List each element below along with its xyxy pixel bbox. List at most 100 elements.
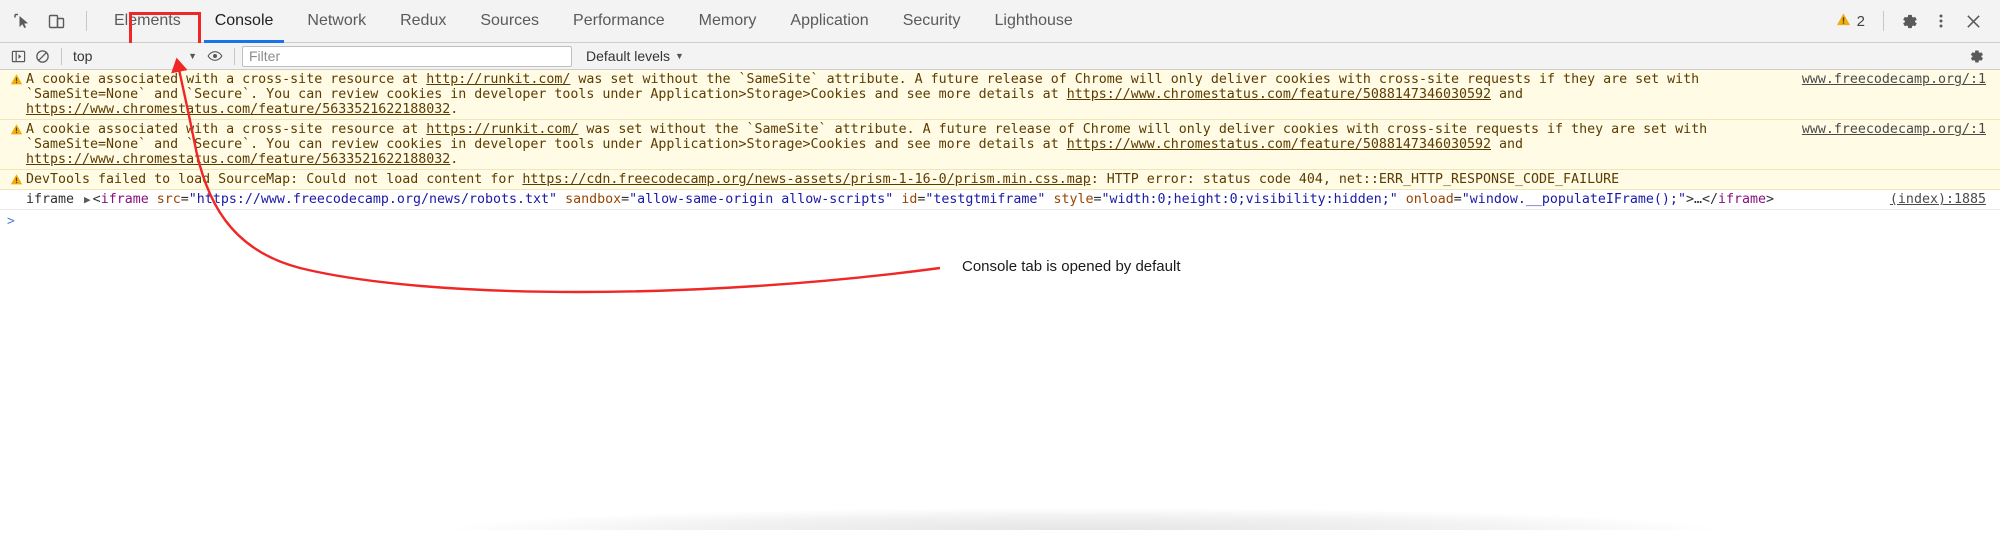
log-levels-label: Default levels [586, 48, 671, 64]
clear-console-icon[interactable] [30, 44, 54, 68]
device-toolbar-icon[interactable] [42, 7, 70, 35]
console-message-source-link[interactable]: www.freecodecamp.org/:1 [1802, 122, 2000, 137]
panel-tabs: Elements Console Network Redux Sources P… [97, 0, 1090, 43]
console-warning-message[interactable]: A cookie associated with a cross-site re… [0, 120, 2000, 170]
console-warning-message[interactable]: A cookie associated with a cross-site re… [0, 70, 2000, 120]
execution-context-selector[interactable]: top ▼ [69, 46, 203, 67]
console-message-text: A cookie associated with a cross-site re… [26, 72, 1802, 117]
markup-token-tag: iframe [1718, 192, 1767, 207]
tab-elements[interactable]: Elements [97, 0, 198, 43]
markup-token-punc: > [1766, 192, 1775, 207]
console-text-fragment: and [1491, 137, 1524, 152]
markup-token-ellip: … [1693, 192, 1702, 207]
console-inline-link[interactable]: https://www.chromestatus.com/feature/508… [1067, 87, 1491, 102]
toolbar-divider [86, 11, 87, 31]
markup-token-attr: sandbox [565, 192, 622, 207]
devtools-panel: Elements Console Network Redux Sources P… [0, 0, 2000, 232]
markup-token-attr: style [1053, 192, 1094, 207]
page-bottom-shadow [452, 508, 1712, 530]
tab-label: Elements [114, 12, 181, 29]
console-message-text: DevTools failed to load SourceMap: Could… [26, 172, 1986, 187]
console-warning-message[interactable]: DevTools failed to load SourceMap: Could… [0, 170, 2000, 190]
tab-memory[interactable]: Memory [682, 0, 774, 43]
tab-label: Security [902, 12, 961, 29]
console-settings-gear-icon[interactable] [1964, 44, 1988, 68]
page-viewport-below-devtools [0, 300, 2000, 530]
tab-label: Memory [698, 12, 757, 29]
markup-token-punc: = [180, 192, 189, 207]
markup-token-attr: id [901, 192, 918, 207]
tab-label: Sources [480, 12, 540, 29]
chevron-down-icon: ▼ [188, 51, 197, 61]
tab-redux[interactable]: Redux [383, 0, 463, 43]
more-options-kebab-icon[interactable] [1926, 6, 1956, 36]
annotation-caption: Console tab is opened by default [962, 258, 1181, 275]
log-gutter [0, 192, 26, 193]
console-inline-link[interactable]: https://www.chromestatus.com/feature/563… [26, 152, 450, 167]
console-filter-toolbar: top ▼ Default levels ▼ [0, 43, 2000, 70]
warning-triangle-icon [0, 122, 26, 136]
markup-token-val: "https://www.freecodecamp.org/news/robot… [188, 192, 558, 207]
console-prompt-row[interactable]: > [0, 210, 2000, 232]
prompt-caret-icon: > [7, 213, 15, 229]
expand-triangle-icon[interactable]: ▶ [84, 192, 91, 207]
tab-security[interactable]: Security [886, 0, 978, 43]
warning-count-value: 2 [1856, 12, 1865, 30]
console-text-fragment: : HTTP error: status code 404, net::ERR_… [1090, 172, 1620, 187]
log-levels-selector[interactable]: Default levels ▼ [586, 48, 684, 64]
live-expression-eye-icon[interactable] [203, 44, 227, 68]
warning-triangle-icon [1836, 12, 1851, 31]
console-inline-link[interactable]: https://www.chromestatus.com/feature/508… [1067, 137, 1491, 152]
tab-console[interactable]: Console [198, 0, 291, 43]
markup-token-val: "window.__populateIFrame();" [1461, 192, 1686, 207]
tab-bar-right-controls: 2 [1828, 6, 2000, 36]
markup-token-punc [557, 192, 565, 207]
tab-lighthouse[interactable]: Lighthouse [978, 0, 1090, 43]
console-message-text: A cookie associated with a cross-site re… [26, 122, 1802, 167]
console-text-fragment: . [450, 152, 459, 167]
tab-performance[interactable]: Performance [556, 0, 682, 43]
warning-count-badge[interactable]: 2 [1828, 12, 1873, 31]
filter-toolbar-right [1964, 44, 2000, 68]
close-devtools-icon[interactable] [1958, 6, 1988, 36]
console-inline-link[interactable]: https://runkit.com/ [426, 122, 578, 137]
markup-token-val: "allow-same-origin allow-scripts" [629, 192, 894, 207]
console-inline-link[interactable]: https://www.chromestatus.com/feature/563… [26, 102, 450, 117]
warning-triangle-icon [0, 172, 26, 186]
toolbar-divider [61, 47, 62, 65]
markup-token-punc: </ [1701, 192, 1718, 207]
console-log-content: iframe ▶ <iframe src="https://www.freecode… [26, 192, 1890, 207]
console-log-source-link[interactable]: (index):1885 [1890, 192, 2000, 207]
console-log-message[interactable]: iframe ▶ <iframe src="https://www.freecode… [0, 190, 2000, 210]
markup-token-val: "width:0;height:0;visibility:hidden;" [1101, 192, 1398, 207]
tab-sources[interactable]: Sources [463, 0, 556, 43]
toolbar-divider [1883, 11, 1884, 31]
tab-application[interactable]: Application [773, 0, 885, 43]
console-message-source-link[interactable]: www.freecodecamp.org/:1 [1802, 72, 2000, 87]
tab-label: Console [214, 12, 274, 29]
console-text-fragment: DevTools failed to load SourceMap: Could… [26, 172, 523, 187]
markup-token-punc [1398, 192, 1406, 207]
markup-token-punc: > [1685, 192, 1694, 207]
tab-label: Redux [400, 12, 447, 29]
console-inline-link[interactable]: https://cdn.freecodecamp.org/news-assets… [522, 172, 1090, 187]
tab-label: Performance [573, 12, 665, 29]
console-filter-input[interactable] [242, 45, 572, 67]
chevron-down-icon: ▼ [675, 51, 684, 61]
execution-context-value: top [73, 48, 93, 64]
inspect-element-icon[interactable] [8, 7, 36, 35]
console-inline-link[interactable]: http://runkit.com/ [426, 72, 570, 87]
tab-bar-left-icons [0, 7, 97, 35]
tab-label: Application [790, 12, 869, 29]
settings-gear-icon[interactable] [1894, 6, 1924, 36]
devtools-tab-bar: Elements Console Network Redux Sources P… [0, 0, 2000, 50]
markup-token-punc: < [92, 192, 101, 207]
tab-network[interactable]: Network [290, 0, 383, 43]
console-sidebar-toggle-icon[interactable] [6, 44, 30, 68]
console-message-list: A cookie associated with a cross-site re… [0, 70, 2000, 232]
markup-token-punc [149, 192, 157, 207]
tab-label: Network [307, 12, 367, 29]
markup-token-tag: iframe [100, 192, 149, 207]
console-text-fragment: . [450, 102, 459, 117]
log-object-label: iframe [26, 192, 75, 207]
